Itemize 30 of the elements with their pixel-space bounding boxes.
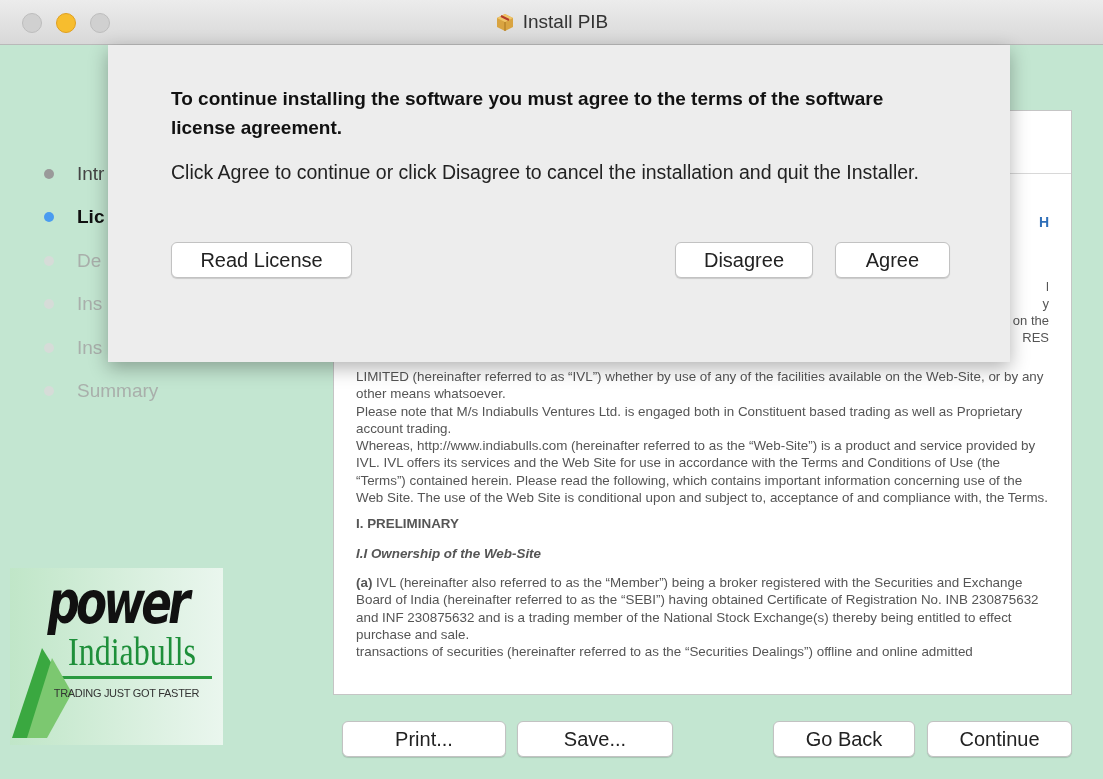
step-label: Intr xyxy=(77,162,105,185)
sheet-button[interactable]: Read License xyxy=(171,242,353,278)
window-title: Install PIB xyxy=(522,11,609,33)
step-label: Lic xyxy=(77,206,105,229)
sheet-button[interactable]: Disagree xyxy=(675,242,813,278)
logo-tagline: TRADING JUST GOT FASTER xyxy=(53,687,200,699)
license-paragraph: Please note that M/s Indiabulls Ventures Ltd. is engaged both in Constituent based trading as well as Proprietary account trading. xyxy=(356,402,1024,438)
package-icon xyxy=(494,12,515,32)
action-button[interactable]: Print... xyxy=(342,721,506,757)
section-subheading: I.I Ownership of the Web-Site xyxy=(356,544,542,562)
close-button[interactable] xyxy=(22,13,42,33)
license-paragraph: (a) IVL (hereinafter also referred to as the “Member”) being a broker registered with the Securities and Exchange Board of India (hereinafter referred to as the “SEBI”) having obtained Certificate of Registration No. INB 230875632 and INF 230875632 and is a trading member of the National Stock Exchange(s) thereby being entitled to effect purchase and sale. xyxy=(356,573,1040,644)
section-heading: I. PRELIMINARY xyxy=(356,515,460,533)
license-paragraph: Whereas, http://www.indiabulls.com (hereinafter referred to as the “Web-Site”) is a product and service provided by IVL. IVL offers its services and the Web Site for use in accordance with the Terms and Conditions of Use (the “Terms”) contained herein. Please read the following, which contains important information concerning use of the Web Site. The use of the Web Site is conditional upon and subject to, acceptance of and compliance with, the Terms. xyxy=(356,437,1049,507)
sheet-button[interactable]: Agree xyxy=(834,242,950,278)
sheet-title: To continue installing the software you must agree to the terms of the software license agreement. xyxy=(171,87,885,140)
action-button[interactable]: Save... xyxy=(517,721,673,757)
logo-name: Indiabulls xyxy=(67,632,196,672)
text-fragment: H xyxy=(1038,214,1049,231)
text-fragment: l xyxy=(1046,278,1049,295)
text-fragment: y xyxy=(1042,295,1049,312)
license-paragraph: LIMITED (hereinafter referred to as “IVL”) whether by use of any of the facilities available on the Web-Site, or by any other means whatsoever. xyxy=(356,368,1045,403)
text-fragment: RES xyxy=(1022,329,1049,346)
license-paragraph: transactions of securities (hereinafter referred to as the “Securities Dealings”) offline and online admitted xyxy=(356,643,974,661)
action-button[interactable]: Go Back xyxy=(773,721,915,757)
text-fragment: on the xyxy=(1012,312,1049,329)
sheet-message: Click Agree to continue or click Disagree to cancel the installation and quit the Installer. xyxy=(171,160,920,185)
zoom-button[interactable] xyxy=(90,13,110,33)
minimize-button[interactable] xyxy=(56,13,76,33)
action-button[interactable]: Continue xyxy=(927,721,1072,757)
